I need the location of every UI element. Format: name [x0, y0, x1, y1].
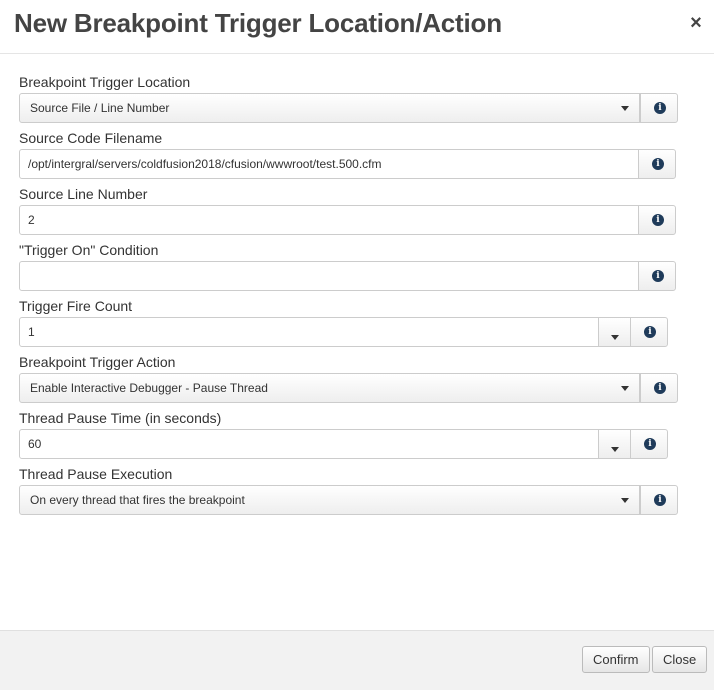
source-line-info-button[interactable]: i: [638, 205, 676, 235]
trigger-action-value: Enable Interactive Debugger - Pause Thre…: [30, 381, 268, 395]
confirm-button[interactable]: Confirm: [582, 646, 650, 673]
pause-execution-label: Thread Pause Execution: [19, 466, 173, 482]
trigger-condition-label: "Trigger On" Condition: [19, 242, 159, 258]
pause-time-input[interactable]: [19, 429, 599, 459]
pause-execution-select[interactable]: On every thread that fires the breakpoin…: [19, 485, 640, 515]
trigger-condition-info-button[interactable]: i: [638, 261, 676, 291]
trigger-action-label: Breakpoint Trigger Action: [19, 354, 176, 370]
pause-execution-value: On every thread that fires the breakpoin…: [30, 493, 245, 507]
info-icon: i: [654, 494, 666, 506]
source-filename-label: Source Code Filename: [19, 130, 163, 146]
source-filename-info-button[interactable]: i: [638, 149, 676, 179]
trigger-location-value: Source File / Line Number: [30, 101, 170, 115]
pause-time-dropdown-button[interactable]: [599, 429, 631, 459]
dialog-footer: Confirm Close: [0, 630, 714, 690]
source-line-input[interactable]: [19, 205, 639, 235]
info-icon: i: [652, 214, 664, 226]
pause-time-info-button[interactable]: i: [630, 429, 668, 459]
source-filename-input[interactable]: [19, 149, 639, 179]
pause-execution-info-button[interactable]: i: [640, 485, 678, 515]
info-icon: i: [652, 270, 664, 282]
trigger-action-select[interactable]: Enable Interactive Debugger - Pause Thre…: [19, 373, 640, 403]
caret-down-icon: [611, 447, 619, 452]
caret-down-icon: [621, 386, 629, 391]
breakpoint-dialog: New Breakpoint Trigger Location/Action ×…: [0, 0, 714, 690]
source-line-label: Source Line Number: [19, 186, 148, 202]
fire-count-info-button[interactable]: i: [630, 317, 668, 347]
trigger-action-info-button[interactable]: i: [640, 373, 678, 403]
trigger-location-select[interactable]: Source File / Line Number: [19, 93, 640, 123]
caret-down-icon: [611, 335, 619, 340]
trigger-location-label: Breakpoint Trigger Location: [19, 74, 191, 90]
caret-down-icon: [621, 498, 629, 503]
info-icon: i: [652, 158, 664, 170]
info-icon: i: [644, 326, 656, 338]
pause-time-label: Thread Pause Time (in seconds): [19, 410, 222, 426]
trigger-location-info-button[interactable]: i: [640, 93, 678, 123]
info-icon: i: [654, 382, 666, 394]
dialog-title: New Breakpoint Trigger Location/Action: [14, 8, 502, 38]
trigger-condition-input[interactable]: [19, 261, 639, 291]
fire-count-dropdown-button[interactable]: [599, 317, 631, 347]
close-icon[interactable]: ×: [688, 12, 704, 34]
caret-down-icon: [621, 106, 629, 111]
close-button[interactable]: Close: [652, 646, 708, 673]
fire-count-label: Trigger Fire Count: [19, 298, 133, 314]
info-icon: i: [654, 102, 666, 114]
fire-count-input[interactable]: [19, 317, 599, 347]
info-icon: i: [644, 438, 656, 450]
dialog-header: New Breakpoint Trigger Location/Action ×: [0, 0, 714, 54]
